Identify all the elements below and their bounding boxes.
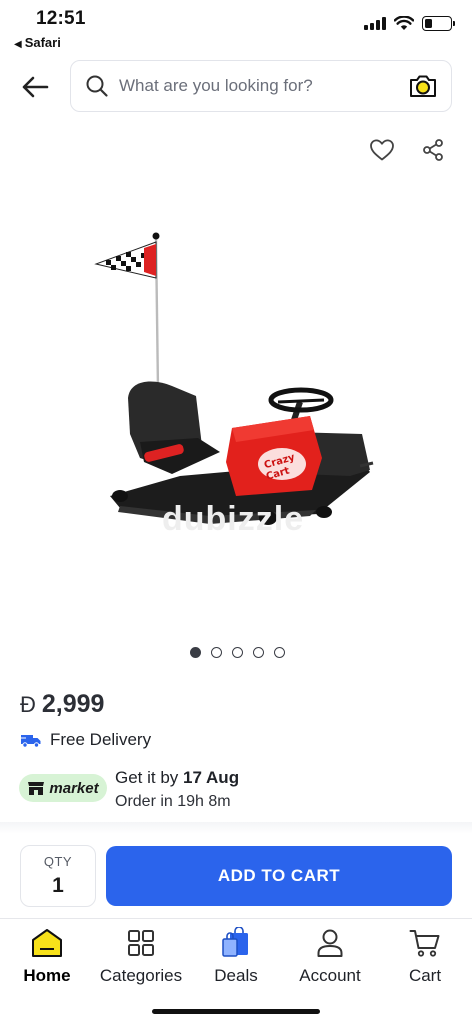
carousel-dot-4[interactable] bbox=[253, 647, 264, 658]
eta-date: 17 Aug bbox=[183, 768, 240, 787]
wishlist-button[interactable] bbox=[362, 130, 402, 170]
cellular-signal-icon bbox=[364, 17, 386, 30]
eta-order-countdown: Order in 19h 8m bbox=[115, 793, 231, 810]
tab-home-label: Home bbox=[23, 966, 71, 985]
heart-icon bbox=[370, 139, 394, 161]
account-icon bbox=[283, 925, 377, 961]
tab-account-label: Account bbox=[299, 966, 361, 985]
free-delivery-label: Free Delivery bbox=[50, 730, 152, 749]
arrow-left-icon bbox=[22, 76, 49, 98]
delivery-truck-icon bbox=[20, 735, 41, 748]
tab-cart-label: Cart bbox=[408, 966, 442, 985]
camera-icon bbox=[410, 75, 436, 97]
eta-date-line: Get it by 17 Aug bbox=[115, 768, 239, 788]
share-icon bbox=[423, 139, 443, 161]
home-indicator[interactable] bbox=[152, 1009, 320, 1014]
currency-symbol: Đ bbox=[20, 691, 36, 717]
store-icon bbox=[28, 782, 45, 795]
carousel-dot-3[interactable] bbox=[232, 647, 243, 658]
back-triangle-icon: ◀ bbox=[14, 39, 22, 50]
price-value: 2,999 bbox=[41, 690, 105, 718]
tab-cart[interactable]: Cart bbox=[378, 925, 472, 986]
status-icons bbox=[364, 16, 455, 31]
cart-icon bbox=[378, 925, 472, 961]
quantity-selector[interactable]: QTY 1 bbox=[20, 845, 96, 907]
free-delivery-row: Free Delivery bbox=[20, 730, 151, 750]
image-search-button[interactable] bbox=[407, 70, 439, 102]
carousel-dot-5[interactable] bbox=[274, 647, 285, 658]
carousel-dot-2[interactable] bbox=[211, 647, 222, 658]
image-watermark: dubizzle bbox=[162, 500, 305, 538]
add-to-cart-button[interactable]: ADD TO CART bbox=[106, 846, 452, 906]
delivery-eta: Get it by 17 Aug Order in 19h 8m bbox=[115, 768, 239, 811]
market-badge-label: market bbox=[49, 779, 99, 797]
back-button[interactable] bbox=[18, 72, 52, 102]
qty-label: QTY bbox=[43, 854, 73, 869]
tab-deals[interactable]: Deals bbox=[189, 925, 283, 986]
eta-prefix: Get it by bbox=[115, 768, 184, 787]
deals-icon bbox=[189, 925, 283, 961]
search-icon bbox=[83, 72, 111, 100]
tab-home[interactable]: Home bbox=[0, 925, 94, 986]
tab-account[interactable]: Account bbox=[283, 925, 377, 986]
carousel-dot-1[interactable] bbox=[190, 647, 201, 658]
share-button[interactable] bbox=[413, 130, 453, 170]
tab-categories-label: Categories bbox=[99, 966, 183, 985]
back-app-label: Safari bbox=[24, 35, 61, 50]
header bbox=[0, 60, 472, 114]
tab-categories[interactable]: Categories bbox=[94, 925, 188, 986]
product-price: Đ 2,999 bbox=[20, 690, 104, 719]
search-input[interactable] bbox=[119, 76, 407, 96]
battery-icon bbox=[422, 16, 455, 31]
qty-value: 1 bbox=[52, 874, 64, 897]
market-badge: market bbox=[19, 774, 107, 802]
tab-deals-label: Deals bbox=[214, 966, 258, 985]
section-divider bbox=[0, 822, 472, 834]
search-bar[interactable] bbox=[70, 60, 452, 112]
back-to-safari-link[interactable]: ◀ Safari bbox=[14, 35, 61, 50]
home-icon bbox=[0, 925, 94, 961]
status-bar: 12:51 ◀ Safari bbox=[0, 0, 472, 56]
image-carousel-dots bbox=[190, 647, 285, 658]
status-time: 12:51 bbox=[36, 8, 86, 29]
categories-icon bbox=[94, 925, 188, 961]
wifi-icon bbox=[394, 16, 414, 30]
